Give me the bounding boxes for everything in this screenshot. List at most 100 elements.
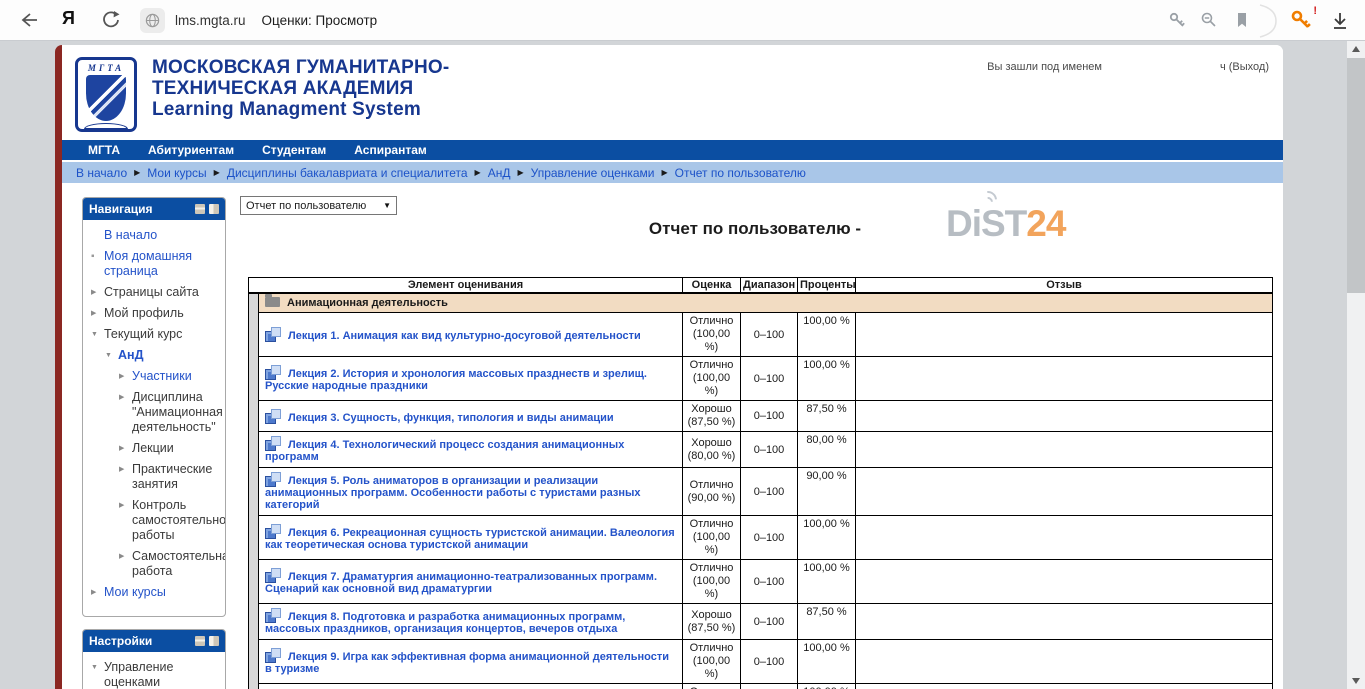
table-header-row: Элемент оценивания Оценка Диапазон Проце…	[249, 278, 1273, 294]
settings-block: Настройки Управление оценками Обзорный о…	[82, 629, 226, 689]
tree-toggle-icon[interactable]	[119, 498, 132, 513]
block-collapse-icon[interactable]	[195, 636, 205, 646]
select-dropdown-icon: ▼	[383, 201, 391, 210]
navigation-tree-item[interactable]: АнД	[87, 348, 221, 363]
scrollbar-thumb[interactable]	[1347, 58, 1365, 293]
download-icon	[1329, 10, 1351, 32]
tree-toggle-icon[interactable]	[119, 549, 132, 564]
breadcrumb-link[interactable]: АнД	[488, 166, 511, 180]
navigation-tree-item[interactable]: Самостоятельная работа	[87, 549, 221, 579]
breadcrumb: ▶ В начало ▶ Мои курсы ▶ Дисциплины бака…	[62, 162, 1283, 183]
back-icon	[23, 14, 37, 26]
back-button[interactable]	[18, 9, 40, 31]
column-header: Проценты	[798, 278, 856, 294]
activity-link[interactable]: Лекция 3. Сущность, функция, типология и…	[288, 412, 614, 424]
site-globe-icon	[140, 8, 165, 33]
tree-toggle-icon[interactable]	[91, 660, 104, 675]
scroll-down-icon[interactable]	[1352, 678, 1360, 684]
magnifier-icon	[1199, 10, 1219, 30]
activity-module-icon	[265, 608, 282, 623]
breadcrumb-link[interactable]: Отчет по пользователю	[675, 166, 806, 180]
range-cell: 0–100	[741, 604, 798, 640]
tree-toggle-icon[interactable]	[119, 390, 132, 405]
activity-module-icon	[265, 327, 282, 342]
feedback-cell	[856, 432, 1273, 468]
navigation-tree-item[interactable]: Моя домашняя страница	[87, 249, 221, 279]
breadcrumb-link[interactable]: Дисциплины бакалавриата и специалитета	[227, 166, 468, 180]
academy-logo: МГТА	[75, 57, 137, 132]
activity-module-icon	[265, 524, 282, 539]
downloads-button[interactable]	[1329, 10, 1351, 32]
navigation-tree-item[interactable]: Контроль самостоятельной работы	[87, 498, 221, 543]
zoom-page-button[interactable]	[1199, 10, 1219, 30]
grade-cell: Отлично (100,00 %)	[683, 516, 741, 560]
breadcrumb-separator-icon: ▶	[662, 168, 668, 177]
sidebar: Навигация В начало Моя домашняя страница	[82, 197, 226, 689]
feedback-cell	[856, 357, 1273, 401]
tree-toggle-icon[interactable]	[91, 249, 104, 265]
navigation-tree-item[interactable]: Дисциплина "Анимационная деятельность"	[87, 390, 221, 435]
logout-link[interactable]: ч (Выход)	[1220, 61, 1269, 73]
navigation-tree-item[interactable]: Текущий курс	[87, 327, 221, 342]
activity-link[interactable]: Лекция 6. Рекреационная сущность туристс…	[265, 527, 675, 551]
activity-link[interactable]: Лекция 9. Игра как эффективная форма ани…	[265, 651, 669, 675]
tree-toggle-icon[interactable]	[119, 462, 132, 477]
password-manager-button[interactable]	[1167, 10, 1187, 30]
top-menu-item[interactable]: МГТА	[88, 143, 120, 157]
percent-cell: 100,00 %	[798, 560, 856, 604]
navigation-tree-item[interactable]: Мои курсы	[87, 585, 221, 600]
grade-cell: Отлично (100,00 %)	[683, 313, 741, 357]
breadcrumb-separator-icon: ▶	[475, 168, 481, 177]
navigation-tree-item[interactable]: Страницы сайта	[87, 285, 221, 300]
block-dock-icon[interactable]	[209, 636, 219, 646]
tree-toggle-icon[interactable]	[119, 441, 132, 456]
feedback-cell	[856, 401, 1273, 432]
tree-toggle-icon[interactable]	[119, 369, 132, 384]
activity-link[interactable]: Лекция 7. Драматургия анимационно-театра…	[265, 571, 657, 595]
activity-module-icon	[265, 568, 282, 583]
breadcrumb-link[interactable]: В начало	[76, 166, 127, 180]
block-collapse-icon[interactable]	[195, 204, 205, 214]
bookmark-button[interactable]	[1233, 10, 1251, 30]
navigation-tree-item[interactable]: Практические занятия	[87, 462, 221, 492]
breadcrumb-link[interactable]: Управление оценками	[531, 166, 655, 180]
range-cell: 0–100	[741, 313, 798, 357]
column-header: Оценка	[683, 278, 741, 294]
navigation-tree-item[interactable]: В начало	[87, 228, 221, 243]
range-cell: 0–100	[741, 432, 798, 468]
block-dock-icon[interactable]	[209, 204, 219, 214]
navigation-tree-item[interactable]: Лекции	[87, 441, 221, 456]
activity-link[interactable]: Лекция 1. Анимация как вид культурно-дос…	[288, 330, 641, 342]
breadcrumb-separator-icon: ▶	[214, 168, 220, 177]
grade-cell: Хорошо (87,50 %)	[683, 401, 741, 432]
reload-button[interactable]	[100, 9, 122, 31]
yandex-browser-logo[interactable]: Я	[62, 8, 75, 29]
report-type-select[interactable]: Отчет по пользователю ▼	[240, 196, 397, 215]
activity-link[interactable]: Лекция 5. Роль аниматоров в организации …	[265, 475, 641, 511]
grade-item-row: Лекция 8. Подготовка и разработка анимац…	[249, 604, 1273, 640]
address-bar[interactable]: lms.mgta.ru Оценки: Просмотр	[140, 6, 377, 35]
top-menu-item[interactable]: Студентам	[262, 143, 326, 157]
tree-toggle-icon[interactable]	[105, 348, 118, 363]
navigation-tree-item[interactable]: Участники	[87, 369, 221, 384]
top-menu-item[interactable]: Абитуриентам	[148, 143, 234, 157]
activity-link[interactable]: Лекция 4. Технологический процесс создан…	[265, 439, 624, 463]
tree-toggle-icon[interactable]	[91, 285, 104, 300]
top-menu-item[interactable]: Аспирантам	[354, 143, 427, 157]
password-extension-button[interactable]: !	[1289, 8, 1313, 32]
scroll-up-icon[interactable]	[1352, 46, 1360, 52]
folder-icon	[265, 297, 280, 307]
breadcrumb-link[interactable]: Мои курсы	[147, 166, 206, 180]
tree-toggle-icon[interactable]	[91, 327, 104, 342]
settings-tree-item[interactable]: Управление оценками	[87, 660, 221, 689]
login-info: Вы зашли под именемч (Выход)	[987, 61, 1269, 73]
tree-toggle-icon[interactable]	[91, 306, 104, 321]
navigation-tree-item[interactable]: Мой профиль	[87, 306, 221, 321]
activity-link[interactable]: Лекция 8. Подготовка и разработка анимац…	[265, 611, 625, 635]
page-scrollbar[interactable]	[1347, 41, 1365, 689]
activity-link[interactable]: Лекция 2. История и хронология массовых …	[265, 368, 647, 392]
grade-item-cell: Лекция 5. Роль аниматоров в организации …	[259, 468, 683, 516]
browser-toolbar: Я lms.mgta.ru Оценки: Просмотр !	[0, 0, 1365, 41]
feedback-cell	[856, 313, 1273, 357]
tree-toggle-icon[interactable]	[91, 585, 104, 600]
